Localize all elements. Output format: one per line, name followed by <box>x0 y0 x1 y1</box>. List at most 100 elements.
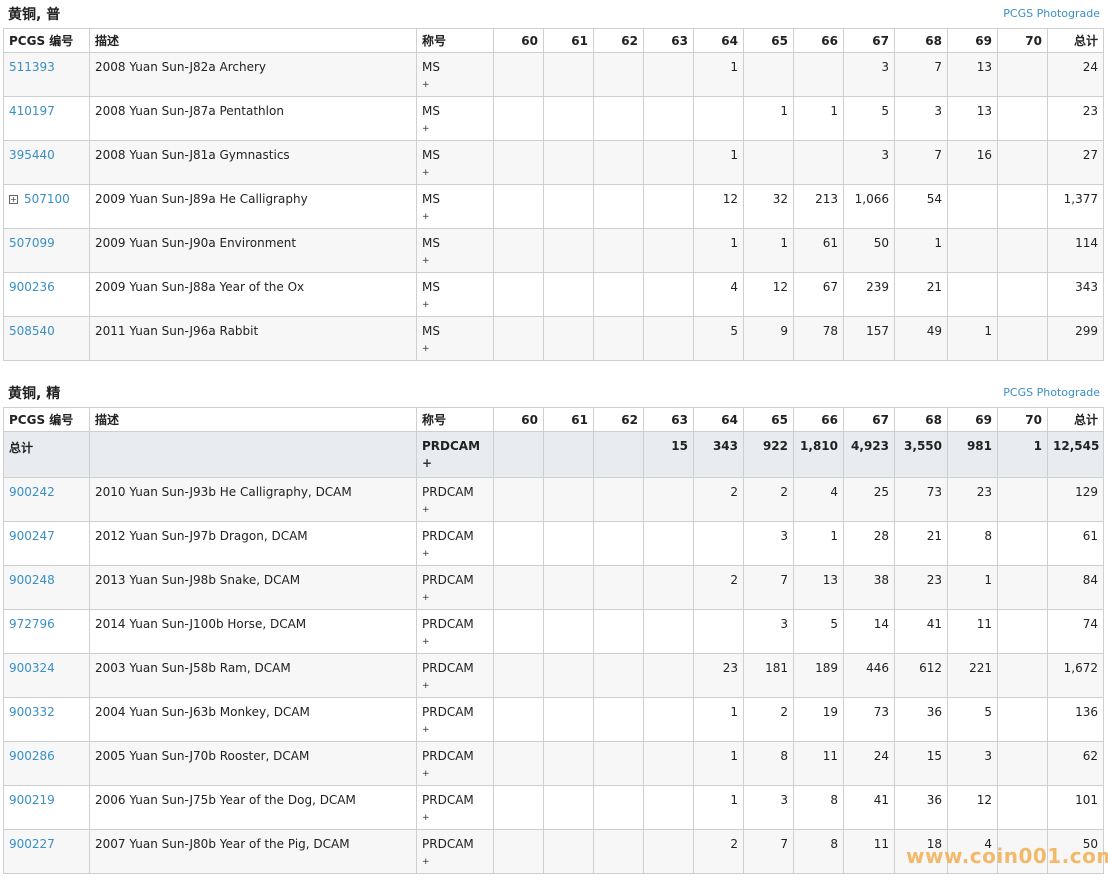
table-header-row: PCGS 编号 描述 称号 60 61 62 63 64 65 66 67 68 69 70 总计 <box>3 28 1104 53</box>
pcgs-number-link[interactable]: 900247 <box>9 529 55 543</box>
table-row: 508540 2011 Yuan Sun-J96a Rabbit MS +5 9 78 15… <box>3 316 1104 361</box>
section-title: 黄铜, 普 <box>8 7 61 23</box>
designation-cell: PRDCAM + <box>416 609 494 654</box>
grade-count-cell <box>493 785 544 830</box>
pcgs-number-link[interactable]: 900286 <box>9 749 55 763</box>
grade-count-cell: 1,810 <box>793 431 844 478</box>
pcgs-number-link[interactable]: 900227 <box>9 837 55 851</box>
grade-count-cell: 5 <box>793 609 844 654</box>
section-header-brass-business: 黄铜, 普 PCGS Photograde <box>0 0 1108 28</box>
grade-count-cell <box>997 228 1048 273</box>
table-row: 900286 2005 Yuan Sun-J70b Rooster, DCAM PR… <box>3 741 1104 786</box>
photograde-link[interactable]: PCGS Photograde <box>1003 7 1100 20</box>
grade-count-cell <box>997 316 1048 361</box>
grade-count-cell: 157 <box>843 316 895 361</box>
pcgs-number-cell: 511393 <box>3 52 90 97</box>
plus-label: + <box>422 725 430 735</box>
grade-count-cell <box>593 609 644 654</box>
designation-label: MS <box>422 236 440 250</box>
grade-count-cell <box>643 521 694 566</box>
table-row: 511393 2008 Yuan Sun-J82a Archery MS +1 3 7 13… <box>3 52 1104 97</box>
pcgs-number-link[interactable]: 507100 <box>24 192 70 206</box>
grade-count-cell <box>643 829 694 874</box>
pcgs-number-link[interactable]: 507099 <box>9 236 55 250</box>
column-header: PCGS 编号 <box>3 28 90 53</box>
grade-count-cell: 3 <box>743 609 794 654</box>
column-header: 64 <box>693 28 744 53</box>
grade-count-cell: 8 <box>743 741 794 786</box>
designation-label: MS <box>422 280 440 294</box>
pcgs-number-link[interactable]: 410197 <box>9 104 55 118</box>
column-header: 63 <box>643 28 694 53</box>
designation-label: PRDCAM <box>422 485 474 499</box>
grade-count-cell: 2 <box>743 477 794 522</box>
designation-cell: PRDCAM + <box>416 785 494 830</box>
grade-count-cell: 1 <box>743 228 794 273</box>
grade-count-cell: 2 <box>693 565 744 610</box>
pcgs-number-link[interactable]: 900236 <box>9 280 55 294</box>
grade-count-cell <box>543 697 594 742</box>
grade-count-cell: 181 <box>743 653 794 698</box>
column-header: 70 <box>997 28 1048 53</box>
plus-label: + <box>422 769 430 779</box>
total-count-cell: 74 <box>1047 609 1104 654</box>
grade-count-cell <box>997 52 1048 97</box>
designation-cell: MS + <box>416 96 494 141</box>
pcgs-number-link[interactable]: 900219 <box>9 793 55 807</box>
grade-count-cell <box>543 272 594 317</box>
grade-count-cell: 14 <box>843 609 895 654</box>
pcgs-number-link[interactable]: 900248 <box>9 573 55 587</box>
pcgs-number-cell: 900248 <box>3 565 90 610</box>
grade-count-cell <box>493 565 544 610</box>
column-header: 67 <box>843 28 895 53</box>
grade-count-cell: 446 <box>843 653 895 698</box>
grade-count-cell <box>997 140 1048 185</box>
plus-label: + <box>422 593 430 603</box>
expand-icon[interactable]: + <box>9 195 18 204</box>
photograde-link[interactable]: PCGS Photograde <box>1003 386 1100 399</box>
pcgs-number-cell: 900286 <box>3 741 90 786</box>
grade-count-cell: 23 <box>947 477 998 522</box>
grade-count-cell <box>693 609 744 654</box>
grade-count-cell <box>947 272 998 317</box>
grade-count-cell <box>997 272 1048 317</box>
description-cell: 2009 Yuan Sun-J88a Year of the Ox <box>89 272 417 317</box>
grade-count-cell: 3 <box>743 785 794 830</box>
table-row: +507100 2009 Yuan Sun-J89a He Calligraphy… <box>3 184 1104 229</box>
designation-label: PRDCAM <box>422 749 474 763</box>
pcgs-number-link[interactable]: 508540 <box>9 324 55 338</box>
grade-count-cell: 1 <box>793 521 844 566</box>
grade-count-cell: 1,066 <box>843 184 895 229</box>
description-cell: 2004 Yuan Sun-J63b Monkey, DCAM <box>89 697 417 742</box>
grade-count-cell: 11 <box>793 741 844 786</box>
grade-count-cell: 36 <box>894 785 948 830</box>
pcgs-number-link[interactable]: 900324 <box>9 661 55 675</box>
column-header: 62 <box>593 28 644 53</box>
grade-count-cell: 67 <box>793 272 844 317</box>
grade-count-cell <box>643 609 694 654</box>
plus-label: + <box>422 256 430 266</box>
designation-label: PRDCAM <box>422 617 474 631</box>
description-cell: 2003 Yuan Sun-J58b Ram, DCAM <box>89 653 417 698</box>
pcgs-number-link[interactable]: 900242 <box>9 485 55 499</box>
pcgs-number-link[interactable]: 900332 <box>9 705 55 719</box>
column-header: 称号 <box>416 407 494 432</box>
pcgs-number-link[interactable]: 511393 <box>9 60 55 74</box>
grade-count-cell: 1 <box>693 140 744 185</box>
grade-count-cell <box>643 96 694 141</box>
grade-count-cell: 3 <box>843 140 895 185</box>
column-header: 60 <box>493 28 544 53</box>
grade-count-cell: 41 <box>894 609 948 654</box>
grade-count-cell <box>543 521 594 566</box>
grade-count-cell: 25 <box>843 477 895 522</box>
description-cell <box>89 431 417 478</box>
designation-label: MS <box>422 60 440 74</box>
pcgs-number-link[interactable]: 972796 <box>9 617 55 631</box>
grade-count-cell <box>997 741 1048 786</box>
pcgs-number-link[interactable]: 395440 <box>9 148 55 162</box>
column-header: 66 <box>793 407 844 432</box>
total-count-cell: 129 <box>1047 477 1104 522</box>
grade-count-cell <box>643 785 694 830</box>
table-row: 972796 2014 Yuan Sun-J100b Horse, DCAM PRD… <box>3 609 1104 654</box>
grade-count-cell <box>593 477 644 522</box>
